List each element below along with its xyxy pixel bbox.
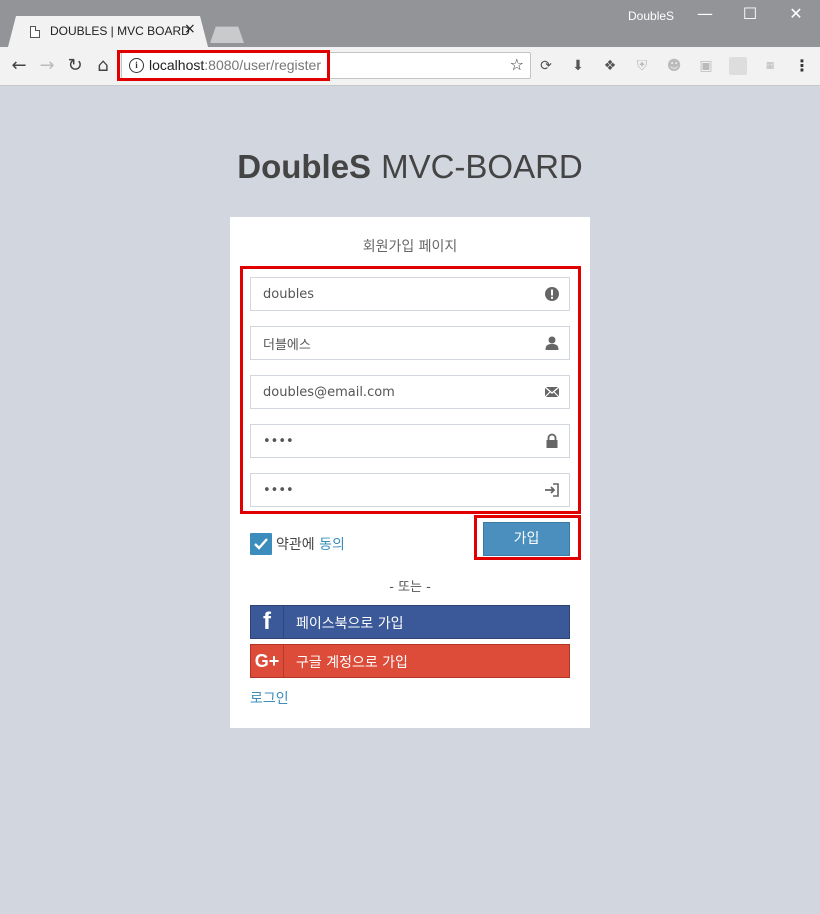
- google-plus-icon: G+: [251, 645, 284, 677]
- facebook-icon: f: [251, 606, 284, 638]
- facebook-signup-button[interactable]: f 페이스북으로 가입: [250, 605, 570, 639]
- home-icon[interactable]: ⌂: [92, 55, 114, 76]
- maximize-icon[interactable]: ☐: [735, 4, 765, 23]
- bookmark-star-icon[interactable]: ☆: [510, 55, 524, 74]
- grid-extension-icon[interactable]: ▦: [761, 57, 779, 75]
- minimize-icon[interactable]: —: [690, 4, 720, 23]
- site-logo[interactable]: DoubleS MVC-BOARD: [0, 148, 820, 186]
- register-box: 회원가입 페이지 doubles 더블에스 doubles@email.com …: [230, 217, 590, 728]
- agree-checkbox[interactable]: [250, 533, 272, 555]
- new-tab-button[interactable]: [210, 26, 244, 43]
- url-highlight-box: [117, 50, 330, 81]
- menu-icon[interactable]: ⋮: [794, 56, 810, 75]
- register-box-message: 회원가입 페이지: [362, 239, 458, 255]
- login-link[interactable]: 로그인: [250, 688, 289, 708]
- join-button[interactable]: 가입: [483, 522, 570, 556]
- browser-titlebar: DOUBLES | MVC BOARD × DoubleS — ☐ ✕: [0, 0, 820, 47]
- browser-tab[interactable]: DOUBLES | MVC BOARD ×: [8, 16, 208, 47]
- agree-label: 약관에 동의: [276, 537, 345, 553]
- browser-toolbar: ← → ↻ ⌂ i localhost:8080/user/register ☆…: [0, 47, 820, 86]
- forward-arrow-icon[interactable]: →: [36, 55, 58, 76]
- reload-icon[interactable]: ↻: [64, 55, 86, 76]
- shield-extension-icon[interactable]: ⛨: [633, 57, 651, 75]
- window-title: DoubleS: [628, 9, 675, 23]
- box-extension-icon[interactable]: [729, 57, 747, 75]
- tab-title: DOUBLES | MVC BOARD: [50, 24, 190, 38]
- person-extension-icon[interactable]: ☻: [665, 57, 683, 75]
- check-icon: [254, 538, 268, 550]
- back-arrow-icon[interactable]: ←: [8, 55, 30, 76]
- terms-link[interactable]: 동의: [319, 537, 345, 553]
- form-fields-highlight-box: [240, 266, 581, 514]
- paw-extension-icon[interactable]: ❖: [601, 57, 619, 75]
- facebook-signup-label: 페이스북으로 가입: [296, 616, 404, 632]
- page-icon: [30, 26, 40, 38]
- or-divider: - 또는 -: [389, 580, 431, 595]
- download-icon[interactable]: ⬇: [569, 57, 587, 75]
- screen-extension-icon[interactable]: ▣: [697, 57, 715, 75]
- close-tab-icon[interactable]: ×: [184, 21, 196, 37]
- sync-extension-icon[interactable]: ⟳: [537, 57, 555, 75]
- google-signup-label: 구글 계정으로 가입: [296, 655, 408, 671]
- close-window-icon[interactable]: ✕: [781, 4, 811, 23]
- google-signup-button[interactable]: G+ 구글 계정으로 가입: [250, 644, 570, 678]
